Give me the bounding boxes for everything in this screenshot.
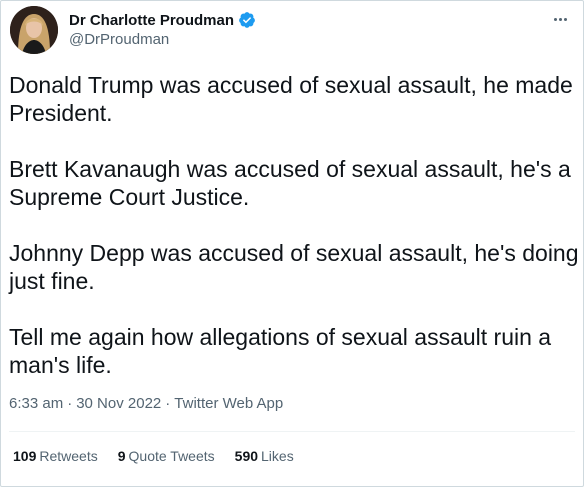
avatar[interactable] bbox=[10, 6, 58, 54]
engagement-stats: 109 Retweets 9 Quote Tweets 590 Likes bbox=[13, 448, 294, 464]
tweet-time[interactable]: 6:33 am bbox=[9, 395, 63, 412]
tweet-paragraph: Johnny Depp was accused of sexual assaul… bbox=[9, 240, 579, 294]
dot-icon bbox=[553, 17, 557, 21]
quote-tweets-stat[interactable]: 9 Quote Tweets bbox=[118, 448, 215, 464]
tweet-paragraph: Brett Kavanaugh was accused of sexual as… bbox=[9, 156, 571, 210]
author-name-row: Dr Charlotte Proudman bbox=[69, 10, 256, 30]
retweets-stat[interactable]: 109 Retweets bbox=[13, 448, 98, 464]
quote-tweets-count: 9 bbox=[117, 448, 126, 464]
divider bbox=[9, 431, 575, 432]
quote-tweets-label: Quote Tweets bbox=[128, 448, 215, 464]
retweets-count: 109 bbox=[13, 448, 37, 464]
dot-icon bbox=[563, 17, 567, 21]
tweet-source-link[interactable]: Twitter Web App bbox=[174, 395, 283, 412]
tweet-card: Dr Charlotte Proudman @DrProudman Donald… bbox=[0, 0, 584, 487]
likes-count: 590 bbox=[234, 448, 259, 464]
tweet-meta: 6:33 am · 30 Nov 2022 · Twitter Web App bbox=[9, 395, 283, 412]
likes-label: Likes bbox=[261, 448, 294, 464]
author-display-name[interactable]: Dr Charlotte Proudman bbox=[69, 12, 234, 29]
meta-separator: · bbox=[165, 395, 171, 412]
tweet-text: Donald Trump was accused of sexual assau… bbox=[9, 71, 579, 379]
more-options-icon[interactable] bbox=[549, 11, 571, 27]
author-handle[interactable]: @DrProudman bbox=[69, 31, 169, 48]
tweet-date[interactable]: 30 Nov 2022 bbox=[76, 395, 161, 412]
tweet-paragraph: Tell me again how allegations of sexual … bbox=[9, 324, 552, 378]
retweets-label: Retweets bbox=[39, 448, 98, 464]
dot-icon bbox=[558, 17, 562, 21]
verified-badge-icon bbox=[238, 11, 256, 29]
tweet-paragraph: Donald Trump was accused of sexual assau… bbox=[9, 72, 573, 126]
likes-stat[interactable]: 590 Likes bbox=[235, 448, 294, 464]
meta-separator: · bbox=[67, 395, 73, 412]
